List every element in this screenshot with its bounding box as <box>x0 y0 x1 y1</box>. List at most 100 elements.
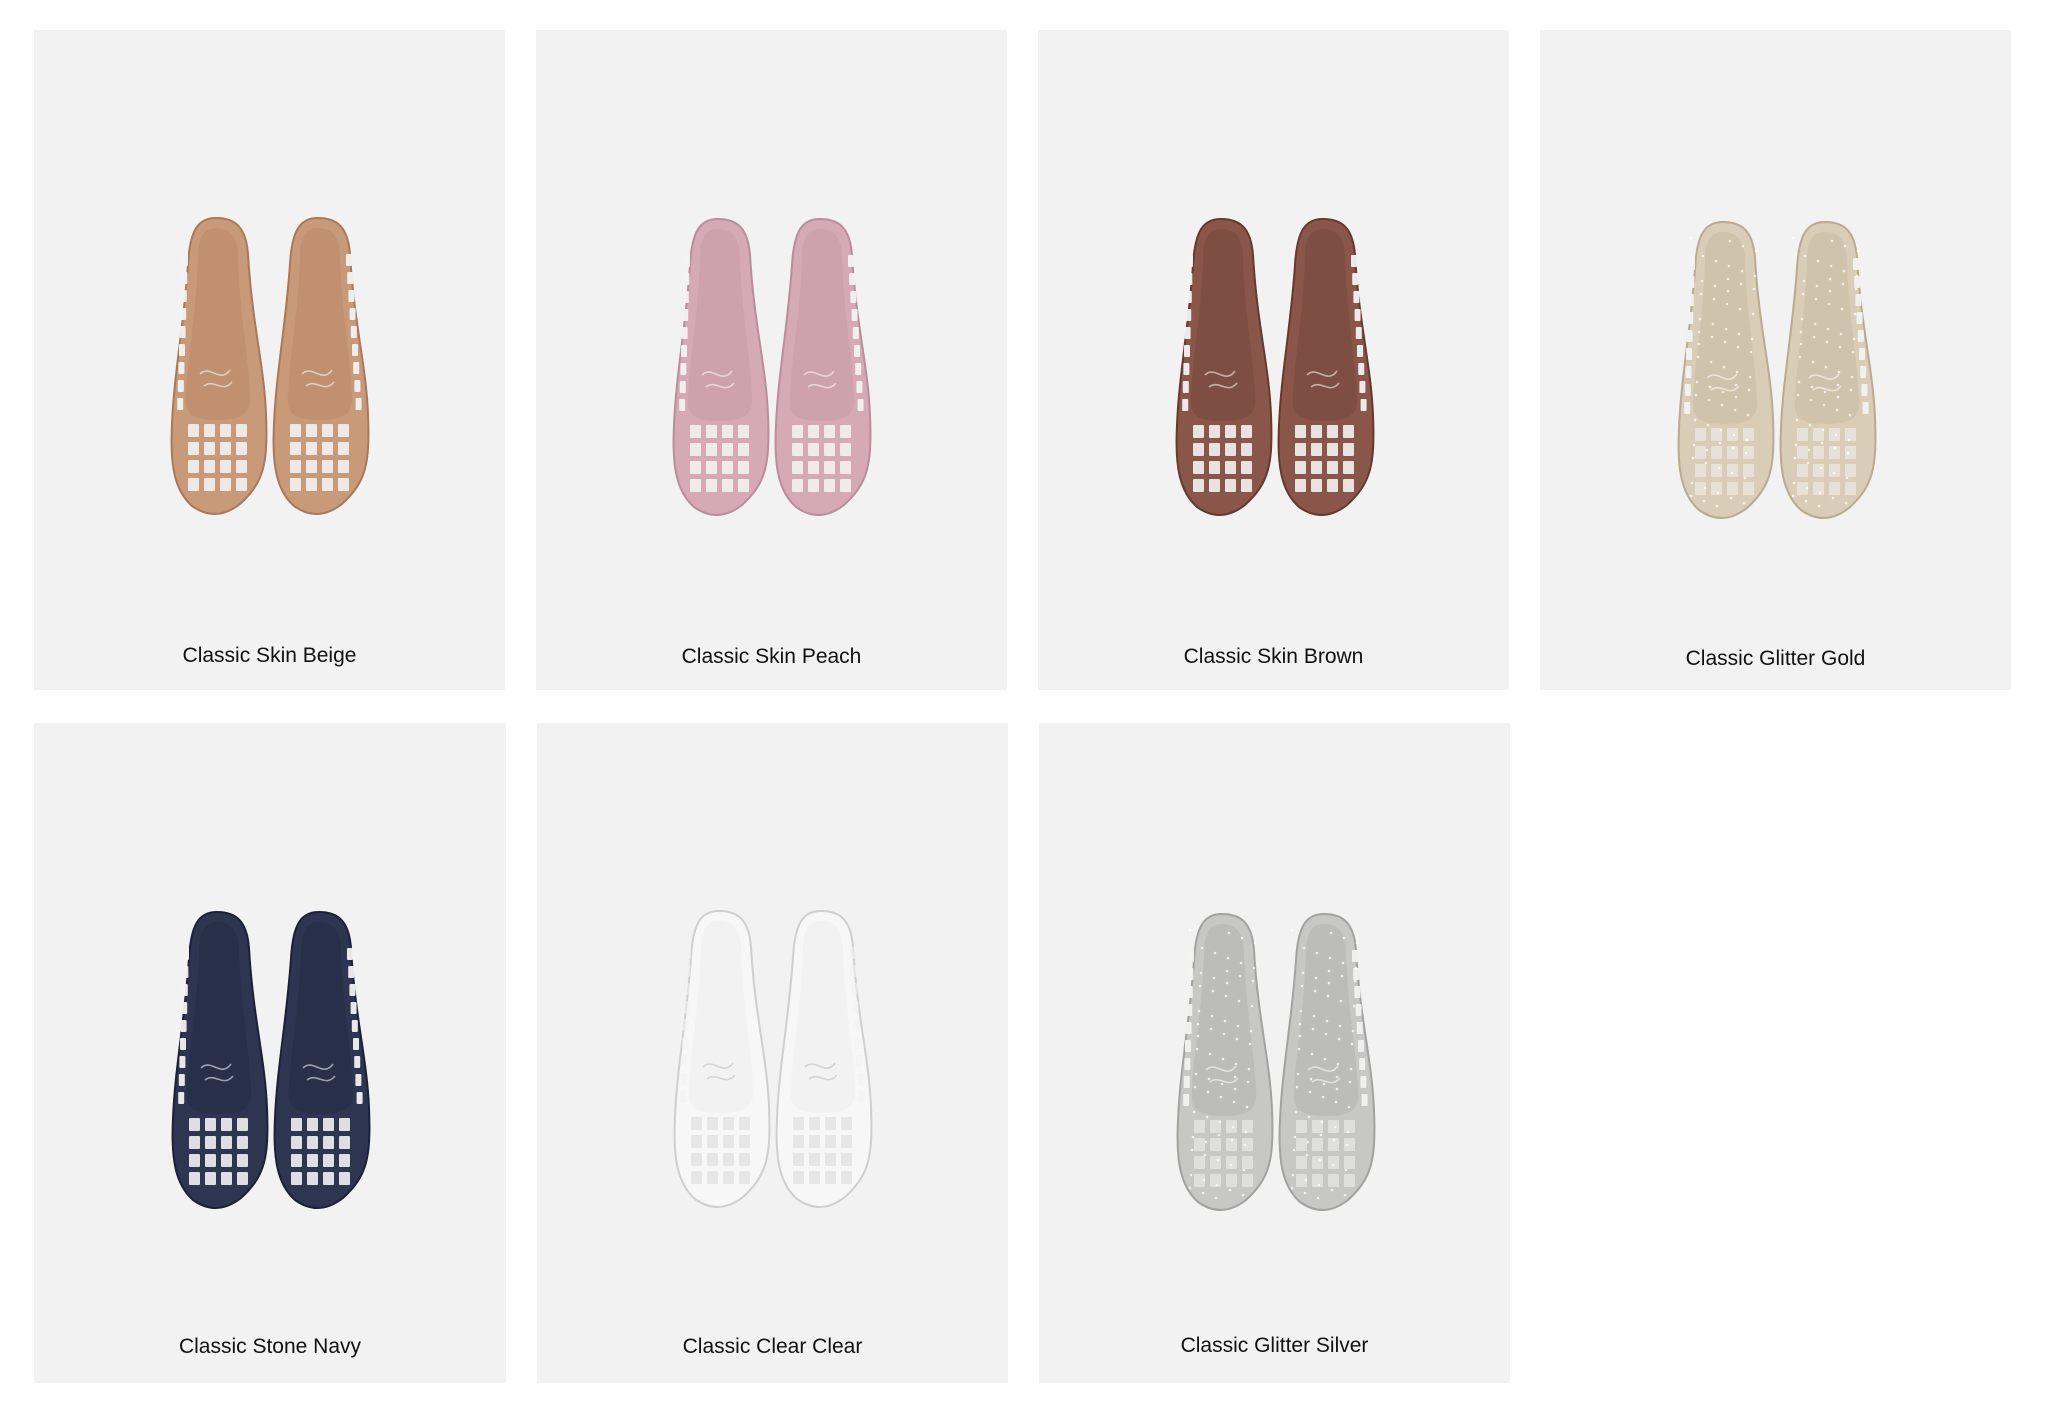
toe-cutout <box>1241 425 1252 438</box>
product-card[interactable]: Classic Glitter Gold <box>1540 30 2011 690</box>
toe-cutout <box>307 1172 318 1185</box>
side-cutout <box>348 966 355 978</box>
glitter-dot <box>1792 481 1796 485</box>
toe-cutout <box>706 461 717 474</box>
toe-cutout <box>323 1136 334 1149</box>
glitter-dot <box>1745 438 1749 442</box>
toe-cutout <box>840 479 851 492</box>
side-cutout <box>1355 327 1362 339</box>
glitter-dot <box>1204 1140 1208 1144</box>
product-label[interactable]: Classic Clear Clear <box>537 1335 1008 1359</box>
toe-cutout <box>808 443 819 456</box>
glitter-dot <box>1722 365 1726 369</box>
right-shoe <box>1278 912 1376 1211</box>
product-card[interactable]: Classic Glitter Silver <box>1039 723 1510 1383</box>
toe-cutout <box>1225 461 1236 474</box>
toe-cutout <box>1344 1120 1355 1133</box>
glitter-dot <box>1239 961 1243 965</box>
glitter-dot <box>1228 1188 1232 1192</box>
glitter-dot <box>1334 1100 1338 1104</box>
glitter-dot <box>1341 961 1345 965</box>
glitter-dot <box>1844 501 1848 505</box>
glitter-dot <box>1330 1188 1334 1192</box>
toe-cutout <box>322 478 333 491</box>
glitter-dot <box>1728 239 1732 243</box>
side-cutout <box>858 1091 865 1103</box>
toe-cutout <box>236 442 247 455</box>
glitter-dot <box>1323 1057 1327 1061</box>
product-label[interactable]: Classic Skin Brown <box>1038 645 1509 669</box>
toe-cutout <box>1327 479 1338 492</box>
glitter-dot <box>1802 279 1806 283</box>
product-card[interactable]: Classic Skin Brown <box>1038 30 1509 690</box>
product-label[interactable]: Classic Skin Peach <box>536 645 1007 669</box>
glitter-dot <box>1829 264 1833 268</box>
glitter-dot <box>1702 499 1706 503</box>
glitter-dot <box>1229 1163 1233 1167</box>
toe-cutout <box>1743 446 1754 459</box>
glitter-dot <box>1746 413 1750 417</box>
toe-cutout <box>1327 461 1338 474</box>
shoe-pair-graphic <box>1175 217 1375 516</box>
product-card[interactable]: Classic Skin Beige <box>34 30 505 690</box>
glitter-dot <box>1231 1125 1235 1129</box>
toe-cutout <box>1295 461 1306 474</box>
product-image[interactable] <box>536 30 1007 690</box>
glitter-dot <box>1817 504 1821 508</box>
glitter-dot <box>1225 981 1229 985</box>
toe-cutout <box>1194 1138 1205 1151</box>
glitter-dot <box>1290 1186 1294 1190</box>
product-image[interactable] <box>1540 30 2011 690</box>
side-cutout <box>1352 273 1359 285</box>
toe-cutout <box>840 443 851 456</box>
product-image[interactable] <box>1038 30 1509 690</box>
product-image[interactable] <box>537 723 1008 1383</box>
toe-cutout <box>205 1136 216 1149</box>
toe-cutout <box>824 425 835 438</box>
glitter-dot <box>1807 448 1811 452</box>
side-cutout <box>1856 312 1863 324</box>
toe-cutout <box>738 479 749 492</box>
toe-cutout <box>1743 428 1754 441</box>
side-cutout <box>1360 399 1367 411</box>
glitter-dot <box>1812 335 1816 339</box>
toe-cutout <box>220 460 231 473</box>
glitter-dot <box>1754 249 1758 253</box>
product-label[interactable]: Classic Stone Navy <box>34 1335 506 1359</box>
glitter-dot <box>1839 332 1843 336</box>
glitter-dot <box>1833 446 1837 450</box>
product-image[interactable] <box>34 30 505 690</box>
product-label[interactable]: Classic Glitter Gold <box>1540 647 2011 671</box>
side-cutout <box>1857 330 1864 342</box>
product-image[interactable] <box>34 723 506 1383</box>
glitter-dot <box>1336 1062 1340 1066</box>
product-image[interactable] <box>1039 723 1510 1383</box>
product-card[interactable]: Classic Skin Peach <box>536 30 1007 690</box>
glitter-dot <box>1711 322 1715 326</box>
glitter-dot <box>1708 385 1712 389</box>
toe-cutout <box>1241 443 1252 456</box>
product-card[interactable]: Classic Clear Clear <box>537 723 1008 1383</box>
side-cutout <box>1185 1022 1192 1034</box>
toe-cutout <box>1829 428 1840 441</box>
left-shoe <box>672 217 770 516</box>
side-cutout <box>1686 348 1692 360</box>
glitter-dot <box>1810 385 1814 389</box>
product-label[interactable]: Classic Skin Beige <box>34 644 505 668</box>
toe-cutout <box>1311 425 1322 438</box>
left-shoe <box>1677 220 1775 519</box>
glitter-dot <box>1701 254 1705 258</box>
toe-cutout <box>793 1117 804 1130</box>
glitter-dot <box>1292 1148 1296 1152</box>
toe-cutout <box>1225 479 1236 492</box>
side-cutout <box>1183 363 1190 375</box>
product-label[interactable]: Classic Glitter Silver <box>1039 1334 1510 1358</box>
glitter-dot <box>1216 1158 1220 1162</box>
side-cutout <box>1353 291 1360 303</box>
glitter-dot <box>1690 481 1694 485</box>
glitter-dot <box>1734 383 1738 387</box>
glitter-dot <box>1848 413 1852 417</box>
toe-cutout <box>1295 425 1306 438</box>
product-card[interactable]: Classic Stone Navy <box>34 723 506 1383</box>
toe-cutout <box>1210 1156 1221 1169</box>
